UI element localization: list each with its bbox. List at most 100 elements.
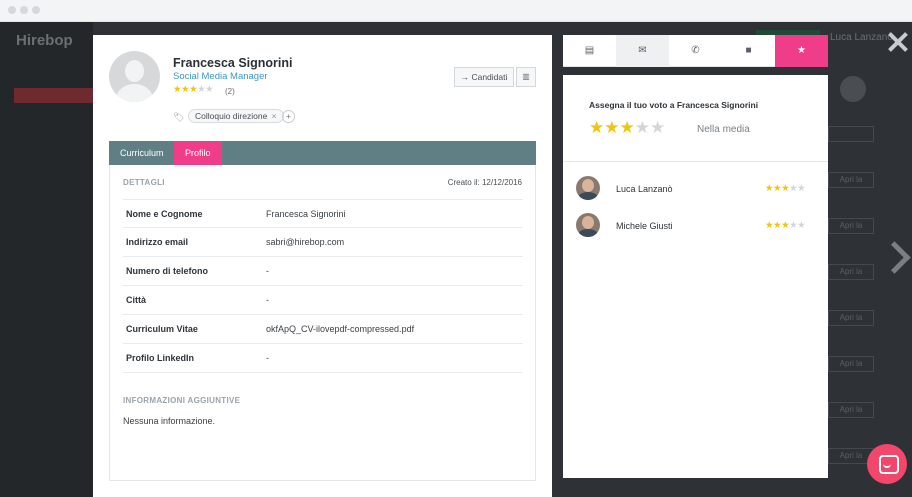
star-filled-icon: ★ <box>181 84 190 95</box>
detail-key: Profilo LinkedIn <box>126 353 195 363</box>
detail-key: Nome e Cognome <box>126 209 203 219</box>
star-filled-icon: ★ <box>765 183 774 194</box>
profile-tabs: Curriculum Profilo <box>109 141 536 165</box>
chevron-right-icon[interactable] <box>883 240 909 276</box>
cv-file-link[interactable]: okfApQ_CV-ilovepdf-compressed.pdf <box>266 324 414 334</box>
window-dot <box>20 6 28 14</box>
background-row-button: Apri la <box>828 172 874 188</box>
detail-value: - <box>266 353 269 363</box>
window-titlebar <box>0 0 912 22</box>
assign-rating-label: Assegna il tuo voto a Francesca Signorin… <box>589 100 759 110</box>
star-filled-icon[interactable]: ★ <box>604 118 619 137</box>
star-empty-icon: ★ <box>797 183 806 194</box>
star-empty-icon[interactable]: ★ <box>635 118 650 137</box>
video-icon[interactable]: ■ <box>722 35 775 67</box>
remove-tag-icon[interactable]: × <box>272 111 277 121</box>
rating-count: (2) <box>225 87 235 96</box>
detail-key: Indirizzo email <box>126 237 189 247</box>
star-empty-icon[interactable]: ★ <box>650 118 665 137</box>
extra-section-title: INFORMAZIONI AGGIUNTIVE <box>123 396 241 405</box>
app-logo: Hirebop <box>16 32 73 49</box>
arrow-right-icon: → <box>460 72 470 82</box>
avatar <box>576 213 600 237</box>
detail-key: Città <box>126 295 146 305</box>
tab-profilo[interactable]: Profilo <box>174 141 222 165</box>
rating-panel: ▤ ✉ ✆ ■ ★ Assegna il tuo voto a Francesc… <box>563 35 828 478</box>
trash-icon[interactable]: ▥ <box>516 67 536 87</box>
detail-value: - <box>266 266 269 276</box>
add-tag-button[interactable]: + <box>282 110 295 123</box>
details-panel: DETTAGLI Creato il: 12/12/2016 Nome e Co… <box>109 165 536 481</box>
detail-value: - <box>266 295 269 305</box>
star-empty-icon: ★ <box>789 220 798 231</box>
background-avatar <box>840 76 866 102</box>
voter-name: Luca Lanzanò <box>616 184 673 194</box>
candidati-label: Candidati <box>471 72 508 82</box>
mail-icon[interactable]: ✉ <box>616 35 669 67</box>
sidebar-item-active <box>14 88 93 103</box>
panel-gap <box>563 67 828 75</box>
voter-rating-stars: ★★★★★ <box>765 220 806 231</box>
star-icon[interactable]: ★ <box>775 35 828 67</box>
voter-row: Michele Giusti ★★★★★ <box>576 213 816 241</box>
tag-icon: 🏷 <box>173 112 185 122</box>
detail-row: Profilo LinkedIn - <box>123 344 523 373</box>
candidate-rating-stars: ★★★★★ <box>173 84 214 95</box>
background-row-button: Apri la <box>828 264 874 280</box>
candidate-modal: Francesca Signorini Social Media Manager… <box>93 35 552 497</box>
avatar <box>576 176 600 200</box>
detail-value: Francesca Signorini <box>266 209 346 219</box>
detail-key: Curriculum Vitae <box>126 324 198 334</box>
background-row-button: Apri la <box>828 310 874 326</box>
tag-label: Colloquio direzione <box>195 111 268 121</box>
detail-row: Città - <box>123 286 523 315</box>
window-dot <box>8 6 16 14</box>
detail-row: Nome e Cognome Francesca Signorini <box>123 199 523 228</box>
window-dot <box>32 6 40 14</box>
tag-chip[interactable]: Colloquio direzione × <box>188 109 284 123</box>
phone-icon[interactable]: ✆ <box>669 35 722 67</box>
created-date: Creato il: 12/12/2016 <box>447 178 522 187</box>
document-icon[interactable]: ▤ <box>563 35 616 67</box>
background-row-button: Apri la <box>828 356 874 372</box>
avatar <box>109 51 160 102</box>
rating-average-label: Nella media <box>697 124 750 135</box>
tab-curriculum[interactable]: Curriculum <box>109 141 175 165</box>
voter-name: Michele Giusti <box>616 221 673 231</box>
background-user-name: Luca Lanzanò <box>830 32 893 43</box>
voter-rating-stars: ★★★★★ <box>765 183 806 194</box>
details-section-title: DETTAGLI <box>123 178 165 187</box>
voter-row: Luca Lanzanò ★★★★★ <box>576 176 816 204</box>
star-empty-icon: ★ <box>205 84 214 95</box>
star-filled-icon: ★ <box>765 220 774 231</box>
star-filled-icon: ★ <box>173 84 182 95</box>
star-filled-icon: ★ <box>189 84 198 95</box>
avatar-head <box>125 60 144 82</box>
detail-row: Numero di telefono - <box>123 257 523 286</box>
star-filled-icon: ★ <box>773 183 782 194</box>
star-filled-icon: ★ <box>781 220 790 231</box>
chat-launcher-icon[interactable] <box>867 444 907 484</box>
background-row-button: Apri la <box>828 402 874 418</box>
star-filled-icon: ★ <box>781 183 790 194</box>
star-filled-icon[interactable]: ★ <box>589 118 604 137</box>
my-rating-stars[interactable]: ★★★★★ <box>589 118 665 138</box>
detail-row: Curriculum Vitae okfApQ_CV-ilovepdf-comp… <box>123 315 523 344</box>
star-filled-icon[interactable]: ★ <box>620 118 635 137</box>
divider <box>563 161 828 162</box>
star-empty-icon: ★ <box>797 220 806 231</box>
star-empty-icon: ★ <box>197 84 206 95</box>
background-sidebar: Hirebop <box>0 22 93 497</box>
candidati-button[interactable]: → Candidati <box>454 67 514 87</box>
close-icon[interactable] <box>886 30 910 54</box>
avatar-body <box>116 84 153 102</box>
candidate-role[interactable]: Social Media Manager <box>173 71 268 82</box>
star-filled-icon: ★ <box>773 220 782 231</box>
detail-key: Numero di telefono <box>126 266 209 276</box>
detail-value[interactable]: sabri@hirebop.com <box>266 237 344 247</box>
background-row-button: Apri la <box>828 218 874 234</box>
candidate-name: Francesca Signorini <box>173 56 293 70</box>
rating-panel-tabs: ▤ ✉ ✆ ■ ★ <box>563 35 828 67</box>
background-row-button <box>828 126 874 142</box>
extra-info-value: Nessuna informazione. <box>123 416 216 426</box>
